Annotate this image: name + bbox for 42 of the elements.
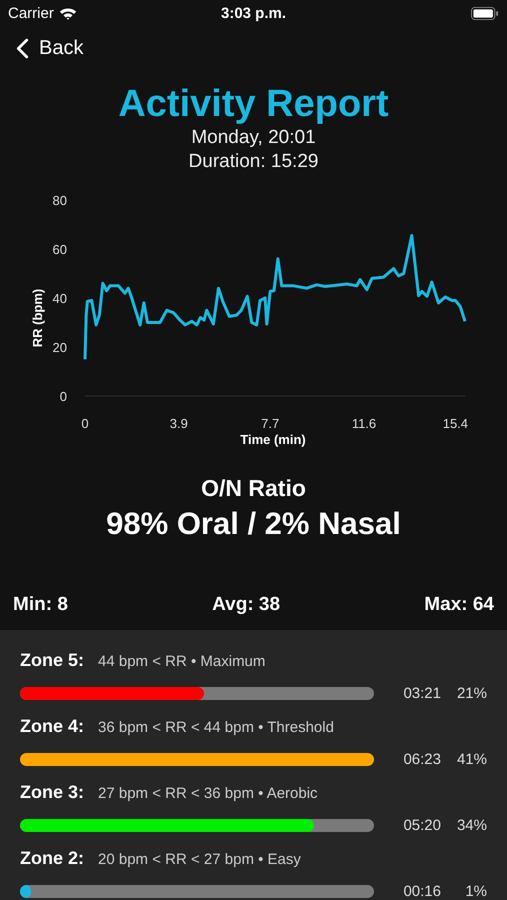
zone-percent: 1% (464, 883, 487, 900)
back-button[interactable]: Back (0, 27, 100, 60)
wifi-icon (58, 7, 77, 20)
page-title: Activity Report (117, 82, 390, 126)
zone-percent: 21% (456, 685, 487, 702)
ratio-value: 98% Oral / 2% Nasal (105, 506, 402, 542)
stat-value: Min: 8 (13, 594, 68, 616)
ratio-heading: O/N Ratio (200, 475, 307, 502)
zone-time: 00:16 (403, 883, 441, 900)
zone-label: Zone 2: (20, 848, 84, 869)
zone-percent: 34% (456, 817, 487, 834)
axis-tick-label: 0 (81, 416, 89, 431)
stat-value: Avg: 38 (212, 594, 280, 616)
axis-tick-label: 20 (52, 340, 67, 355)
zone-range: 27 bpm < RR < 36 bpm • Aerobic (98, 785, 318, 802)
axis-tick-label: 3.9 (170, 416, 188, 431)
session-info: Monday, 20:01 (190, 126, 317, 150)
axis-tick-label: 15.4 (442, 416, 468, 431)
axis-tick-label: 7.7 (261, 416, 280, 431)
zone-label: Zone 5: (20, 650, 84, 671)
axis-tick-label: 60 (52, 242, 67, 257)
zone-time: 06:23 (403, 751, 441, 768)
chevron-left-icon (16, 38, 29, 59)
zone-label: Zone 4: (20, 716, 84, 737)
battery-icon (471, 7, 499, 20)
stat-value: Max: 64 (424, 594, 494, 616)
carrier-label: Carrier (8, 5, 54, 22)
zone-range: 44 bpm < RR • Maximum (98, 653, 266, 670)
zone-time: 05:20 (403, 817, 441, 834)
axis-tick-label: 80 (52, 193, 67, 208)
axis-tick-label: 0 (60, 389, 67, 404)
axis-title: Time (min) (240, 432, 306, 447)
zone-label: Zone 3: (20, 782, 84, 803)
zone-range: 20 bpm < RR < 27 bpm • Easy (98, 851, 301, 868)
zone-percent: 41% (456, 751, 487, 768)
status-time: 3:03 p.m. (220, 5, 286, 22)
axis-tick-label: 40 (52, 291, 67, 306)
session-info: Duration: 15:29 (188, 150, 320, 174)
axis-tick-label: 11.6 (352, 416, 376, 431)
zone-time: 03:21 (403, 685, 441, 702)
zone-range: 36 bpm < RR < 44 bpm • Threshold (98, 719, 334, 736)
axis-title: RR (bpm) (30, 288, 45, 348)
